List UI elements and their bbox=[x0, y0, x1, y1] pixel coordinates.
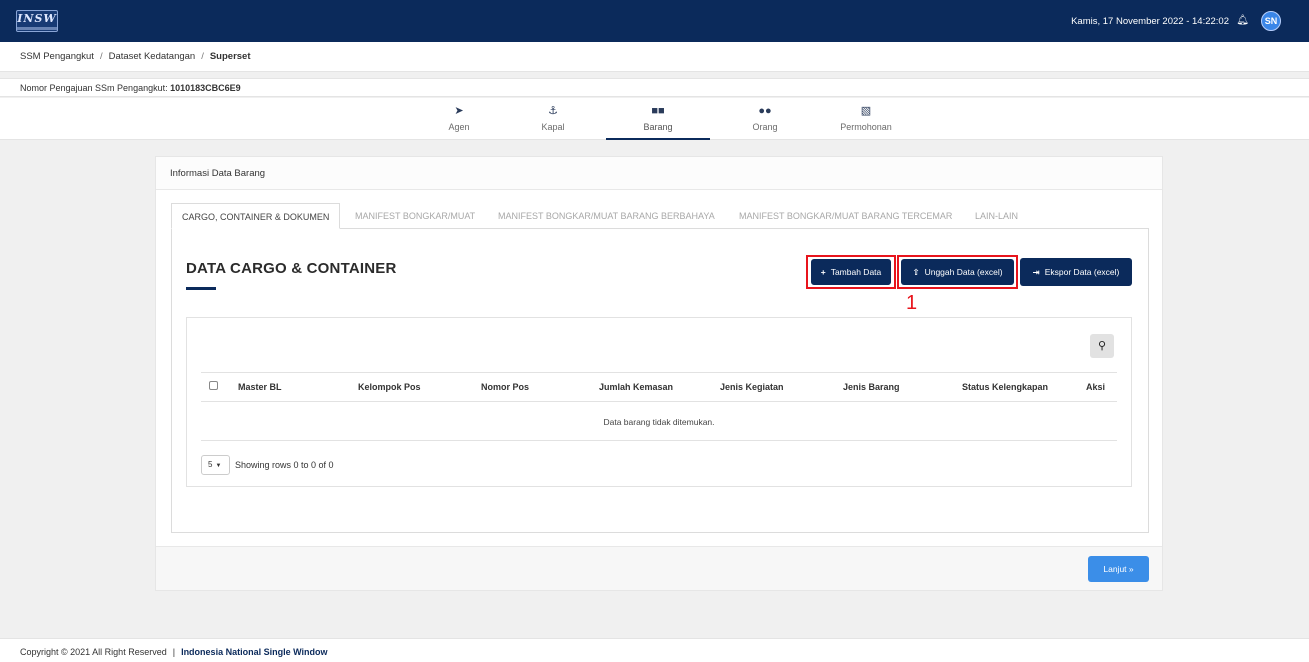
logo-text: INSW bbox=[17, 12, 57, 25]
annotation-number: 1 bbox=[906, 292, 918, 314]
step-nav: ➤ Agen ⚓ Kapal ■■ Barang ●● Orang ▧ Perm… bbox=[0, 98, 1309, 140]
nomor-label: Nomor Pengajuan SSm Pengangkut: bbox=[20, 83, 168, 93]
step-agen[interactable]: ➤ Agen bbox=[407, 104, 511, 140]
tambah-data-button[interactable]: + Tambah Data bbox=[811, 259, 891, 285]
nomor-pengajuan: Nomor Pengajuan SSm Pengangkut: 1010183C… bbox=[0, 78, 1309, 97]
paper-plane-icon: ➤ bbox=[454, 105, 464, 117]
breadcrumb-separator: / bbox=[201, 51, 204, 62]
col-jenis-kegiatan[interactable]: Jenis Kegiatan bbox=[720, 382, 784, 392]
ekspor-data-button[interactable]: ⇥ Ekspor Data (excel) bbox=[1020, 258, 1132, 286]
page-footer: Copyright © 2021 All Right Reserved | Indo… bbox=[0, 638, 1309, 662]
footer-separator: | bbox=[172, 647, 176, 657]
breadcrumb-separator: / bbox=[99, 51, 103, 62]
section-title: DATA CARGO & CONTAINER bbox=[186, 260, 397, 277]
step-orang[interactable]: ●● Orang bbox=[713, 104, 817, 140]
col-master-bl[interactable]: Master BL bbox=[238, 382, 282, 392]
upload-icon: ⇧ bbox=[912, 267, 920, 277]
page-size-value: 5 bbox=[208, 460, 213, 469]
export-icon: ⇥ bbox=[1032, 267, 1040, 277]
breadcrumb-item-dataset-kedatangan[interactable]: Dataset Kedatangan bbox=[109, 51, 196, 62]
col-nomor-pos[interactable]: Nomor Pos bbox=[481, 382, 529, 392]
top-bar: INSW Kamis, 17 November 2022 - 14:22:02 … bbox=[0, 0, 1309, 42]
tab-manifest-bongkar-muat[interactable]: MANIFEST BONGKAR/MUAT bbox=[355, 203, 475, 229]
tab-cargo-container-dokumen[interactable]: CARGO, CONTAINER & DOKUMEN bbox=[171, 203, 341, 229]
step-label: Kapal bbox=[541, 122, 565, 132]
nomor-value: 1010183CBC6E9 bbox=[170, 83, 241, 93]
tab-manifest-barang-tercemar[interactable]: MANIFEST BONGKAR/MUAT BARANG TERCEMAR bbox=[739, 203, 952, 229]
lanjut-button[interactable]: Lanjut » bbox=[1088, 556, 1149, 582]
tab-bar: CARGO, CONTAINER & DOKUMEN MANIFEST BONG… bbox=[171, 203, 1148, 229]
step-label: Agen bbox=[448, 122, 470, 132]
title-underline bbox=[186, 287, 216, 290]
step-label: Barang bbox=[643, 122, 673, 132]
avatar[interactable]: SN bbox=[1261, 11, 1281, 31]
bell-icon[interactable]: 🔔︎ bbox=[1236, 15, 1249, 26]
col-aksi: Aksi bbox=[1086, 382, 1106, 392]
caret-down-icon: ▼ bbox=[215, 463, 222, 469]
search-icon[interactable]: ⚲ bbox=[1090, 334, 1114, 358]
page-size-select[interactable]: 5 ▼ bbox=[201, 455, 230, 475]
copy-icon: ▧ bbox=[860, 105, 872, 117]
card-footer bbox=[156, 546, 1162, 590]
tab-lain-lain[interactable]: LAIN-LAIN bbox=[975, 203, 1018, 229]
boxes-icon: ■■ bbox=[651, 105, 665, 117]
col-jumlah-kemasan[interactable]: Jumlah Kemasan bbox=[599, 382, 673, 392]
tambah-data-label: Tambah Data bbox=[830, 267, 882, 277]
plus-icon: + bbox=[820, 267, 826, 277]
card-title: Informasi Data Barang bbox=[156, 157, 1162, 190]
step-barang[interactable]: ■■ Barang bbox=[606, 104, 710, 140]
breadcrumb-item-ssm-pengangkut[interactable]: SSM Pengangkut bbox=[20, 51, 94, 62]
col-status-kelengkapan[interactable]: Status Kelengkapan bbox=[962, 382, 1048, 392]
datetime: Kamis, 17 November 2022 - 14:22:02 bbox=[1071, 16, 1229, 27]
informasi-data-barang-card: Informasi Data Barang CARGO, CONTAINER &… bbox=[155, 156, 1163, 591]
select-all-checkbox[interactable] bbox=[209, 381, 218, 390]
col-jenis-barang[interactable]: Jenis Barang bbox=[843, 382, 900, 392]
ekspor-data-label: Ekspor Data (excel) bbox=[1044, 267, 1120, 277]
breadcrumb: SSM Pengangkut / Dataset Kedatangan / Supers… bbox=[0, 42, 1309, 72]
users-icon: ●● bbox=[758, 105, 772, 117]
pagination-text: Showing rows 0 to 0 of 0 bbox=[235, 460, 334, 470]
step-label: Permohonan bbox=[840, 122, 892, 132]
col-kelompok-pos[interactable]: Kelompok Pos bbox=[358, 382, 421, 392]
table-header: Master BL Kelompok Pos Nomor Pos Jumlah … bbox=[201, 372, 1117, 402]
footer-brand-link[interactable]: Indonesia National Single Window bbox=[181, 647, 327, 657]
unggah-data-label: Unggah Data (excel) bbox=[924, 267, 1003, 277]
breadcrumb-item-superset: Superset bbox=[209, 51, 251, 62]
step-label: Orang bbox=[752, 122, 778, 132]
step-permohonan[interactable]: ▧ Permohonan bbox=[814, 104, 918, 140]
ship-icon: ⚓ bbox=[548, 105, 558, 117]
insw-logo[interactable]: INSW bbox=[16, 10, 58, 32]
tab-manifest-barang-berbahaya[interactable]: MANIFEST BONGKAR/MUAT BARANG BERBAHAYA bbox=[498, 203, 715, 229]
copyright-text: Copyright © 2021 All Right Reserved bbox=[20, 647, 167, 657]
step-kapal[interactable]: ⚓ Kapal bbox=[501, 104, 605, 140]
empty-table-message: Data barang tidak ditemukan. bbox=[201, 403, 1117, 441]
unggah-data-button[interactable]: ⇧ Unggah Data (excel) bbox=[901, 259, 1014, 285]
